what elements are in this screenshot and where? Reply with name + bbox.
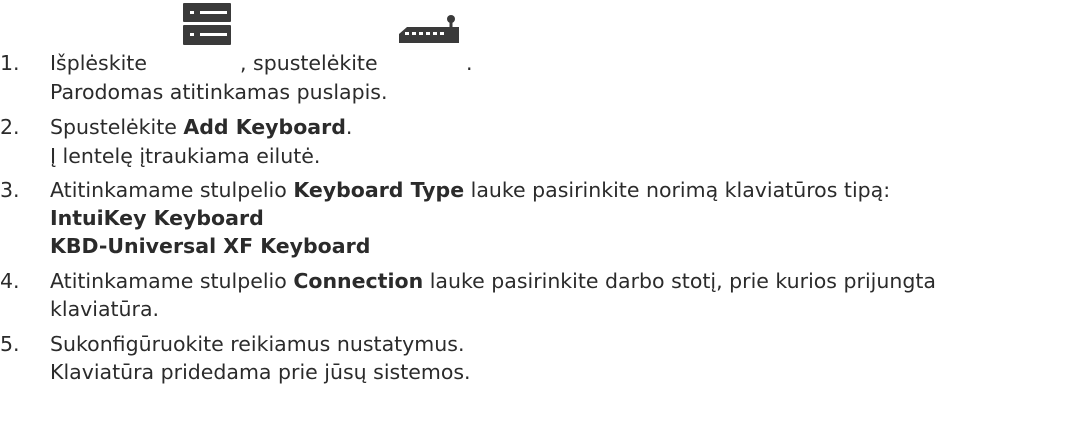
option-label: KBD-Universal XF Keyboard <box>50 234 371 258</box>
step-result: Parodomas atitinkamas puslapis. <box>50 80 388 104</box>
step-text: Atitinkamame stulpelio Keyboard Type lau… <box>50 177 890 203</box>
step-text-start: Atitinkamame stulpelio <box>50 269 294 293</box>
step-text: Atitinkamame stulpelio Connection lauke … <box>50 268 936 294</box>
option-label: IntuiKey Keyboard <box>50 206 264 230</box>
step-number: 2. <box>0 115 20 139</box>
ui-term: Connection <box>293 269 424 293</box>
keyboard-joystick-icon <box>399 15 459 43</box>
step-number: 4. <box>0 269 20 293</box>
step-text-end: . <box>466 51 473 75</box>
step-text-end: . <box>345 115 353 139</box>
step-text-start: Išplėskite <box>50 51 147 75</box>
ui-term: Add Keyboard <box>183 115 346 139</box>
step-text: Išplėskite <box>50 50 147 76</box>
step-text-end: lauke pasirinkite norimą klaviatūros tip… <box>464 178 891 202</box>
step-text-start: Spustelėkite <box>50 115 184 139</box>
step-result: Į lentelę įtraukiama eilutė. <box>50 144 321 168</box>
server-list-icon <box>182 0 232 48</box>
ui-term: Keyboard Type <box>293 178 465 202</box>
step-number: 5. <box>0 332 20 356</box>
step-text-start: Atitinkamame stulpelio <box>50 178 294 202</box>
step-text: Spustelėkite Add Keyboard. <box>50 114 352 140</box>
step-result: Klaviatūra pridedama prie jūsų sistemos. <box>50 360 471 384</box>
step-text: Sukonfigūruokite reikiamus nustatymus. <box>50 332 465 356</box>
step-text-continuation: klaviatūra. <box>50 297 160 321</box>
step-number: 1. <box>0 51 20 75</box>
step-text-end: lauke pasirinkite darbo stotį, prie kuri… <box>423 269 936 293</box>
step-text-mid: , spustelėkite <box>240 51 378 75</box>
step-number: 3. <box>0 178 20 202</box>
